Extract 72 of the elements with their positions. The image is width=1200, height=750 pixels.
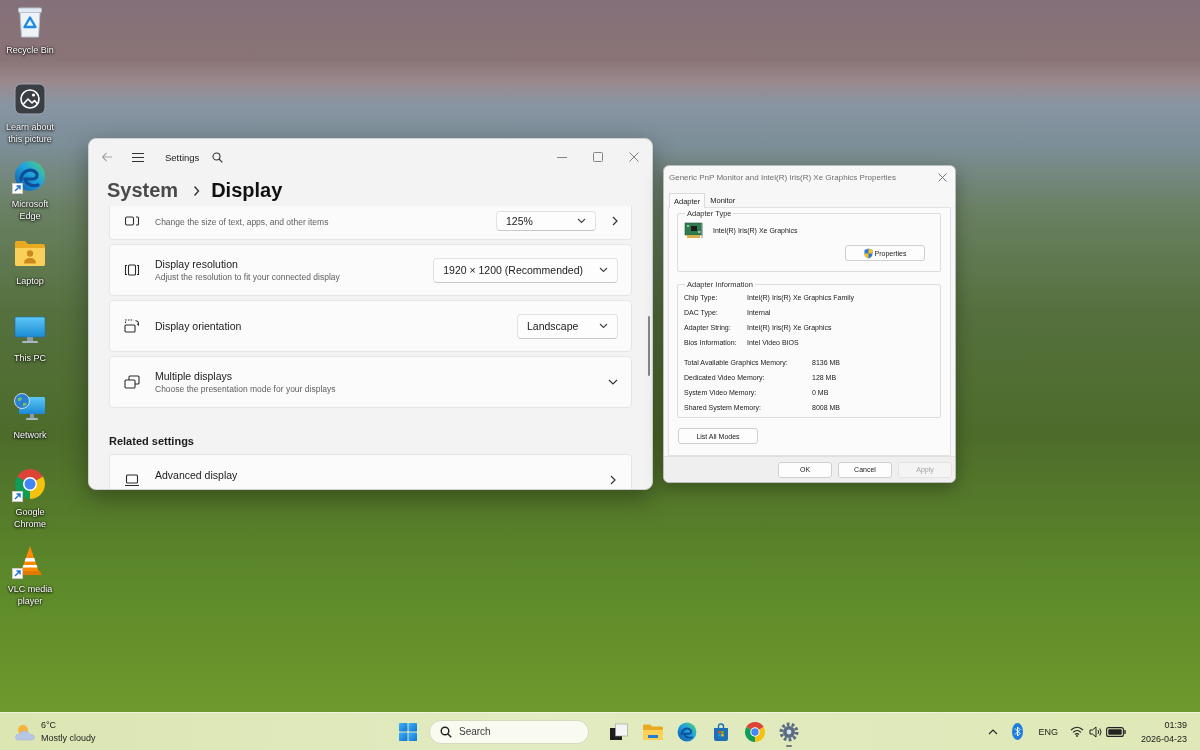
temperature: 6°C bbox=[41, 718, 58, 732]
clock-date[interactable]: 2026-04-23 bbox=[1140, 731, 1187, 746]
chrome-icon bbox=[13, 467, 47, 501]
folder-icon[interactable] bbox=[642, 722, 664, 741]
card-title: Display resolution bbox=[155, 258, 239, 270]
network-icon bbox=[13, 392, 47, 422]
breadcrumb-link[interactable]: System bbox=[107, 179, 179, 202]
desktop-shortcut[interactable]: Laptop bbox=[0, 231, 60, 308]
task-view-icon[interactable] bbox=[609, 722, 629, 741]
card-description: Change the size of text, apps, and other items bbox=[155, 217, 330, 227]
volume-icon[interactable] bbox=[1088, 725, 1103, 738]
app-title: Settings bbox=[165, 151, 200, 163]
card-description: Adjust the resolution to fit your connected display bbox=[155, 272, 341, 282]
multiple-displays-icon bbox=[124, 374, 140, 390]
chevron-right-icon bbox=[193, 184, 201, 197]
recycle-bin-icon bbox=[15, 5, 45, 39]
desktop-shortcut[interactable]: Microsoft Edge bbox=[0, 154, 60, 231]
chevron-right-icon[interactable] bbox=[612, 216, 618, 226]
user-folder-icon bbox=[13, 238, 47, 268]
weather-condition: Mostly cloudy bbox=[41, 731, 96, 745]
search-icon bbox=[440, 725, 452, 738]
close-icon[interactable] bbox=[938, 173, 947, 182]
desktop-shortcut[interactable]: Recycle Bin bbox=[0, 0, 60, 77]
desktop-shortcut[interactable]: Network bbox=[0, 385, 60, 462]
scrollbar-thumb[interactable] bbox=[648, 316, 650, 376]
caret-icon bbox=[577, 218, 586, 224]
dropdown[interactable]: 1920 × 1200 (Recommended) bbox=[433, 257, 618, 283]
dropdown[interactable]: 125% bbox=[496, 211, 596, 231]
settings-card[interactable]: Advanced display bbox=[109, 454, 632, 489]
battery-icon[interactable] bbox=[1105, 726, 1126, 737]
search-icon[interactable] bbox=[212, 151, 224, 163]
card-title: Multiple displays bbox=[155, 370, 234, 382]
settings-card[interactable]: Change the size of text, apps, and other items 125% bbox=[109, 206, 632, 240]
language-indicator[interactable]: ENG bbox=[1038, 726, 1058, 737]
dialog-title: Generic PnP Monitor and Intel(R) Iris(R) Xe Graphics Properties bbox=[669, 173, 897, 182]
page-title: Display bbox=[211, 179, 283, 202]
desktop-shortcut[interactable]: This PC bbox=[0, 308, 60, 385]
minimize-icon[interactable] bbox=[557, 156, 567, 158]
card-title: Advanced display bbox=[155, 469, 239, 481]
dropdown[interactable]: Landscape bbox=[517, 313, 618, 339]
rotate-display-icon bbox=[124, 318, 140, 334]
graphics-card-icon bbox=[684, 222, 704, 239]
image-icon bbox=[14, 83, 46, 115]
edge-icon[interactable] bbox=[677, 721, 697, 742]
card-description: Choose the presentation mode for your displays bbox=[155, 384, 337, 394]
chevron-down-icon[interactable] bbox=[608, 379, 618, 385]
caret-icon bbox=[599, 323, 608, 329]
settings-card[interactable]: Multiple displays Choose the presentation mode for your displays bbox=[109, 356, 632, 408]
chrome-icon[interactable] bbox=[745, 721, 765, 742]
clock-time[interactable]: 01:39 bbox=[1164, 717, 1187, 732]
bluetooth-icon[interactable] bbox=[1012, 723, 1024, 740]
chevron-right-icon[interactable] bbox=[610, 475, 616, 485]
card-title: Display orientation bbox=[155, 320, 243, 332]
search-field[interactable]: Search bbox=[429, 719, 589, 744]
maximize-icon[interactable] bbox=[593, 152, 603, 162]
laptop-icon bbox=[124, 472, 140, 488]
section-heading: Related settings bbox=[109, 435, 195, 447]
close-icon[interactable] bbox=[629, 152, 639, 162]
edge-icon bbox=[13, 159, 47, 193]
chevron-up-icon[interactable] bbox=[988, 728, 999, 735]
caret-icon bbox=[599, 267, 608, 273]
settings-icon[interactable] bbox=[779, 721, 799, 742]
menu-icon[interactable] bbox=[131, 151, 145, 163]
desktop-shortcut[interactable]: VLC media player bbox=[0, 539, 60, 616]
display-scale-icon bbox=[124, 213, 140, 229]
store-icon[interactable] bbox=[711, 721, 731, 742]
start-icon[interactable] bbox=[399, 722, 417, 741]
shield-icon bbox=[863, 247, 873, 259]
resolution-icon bbox=[124, 262, 140, 278]
desktop-shortcut[interactable]: Google Chrome bbox=[0, 462, 60, 539]
monitor-icon bbox=[13, 315, 47, 345]
wifi-icon[interactable] bbox=[1069, 726, 1084, 737]
